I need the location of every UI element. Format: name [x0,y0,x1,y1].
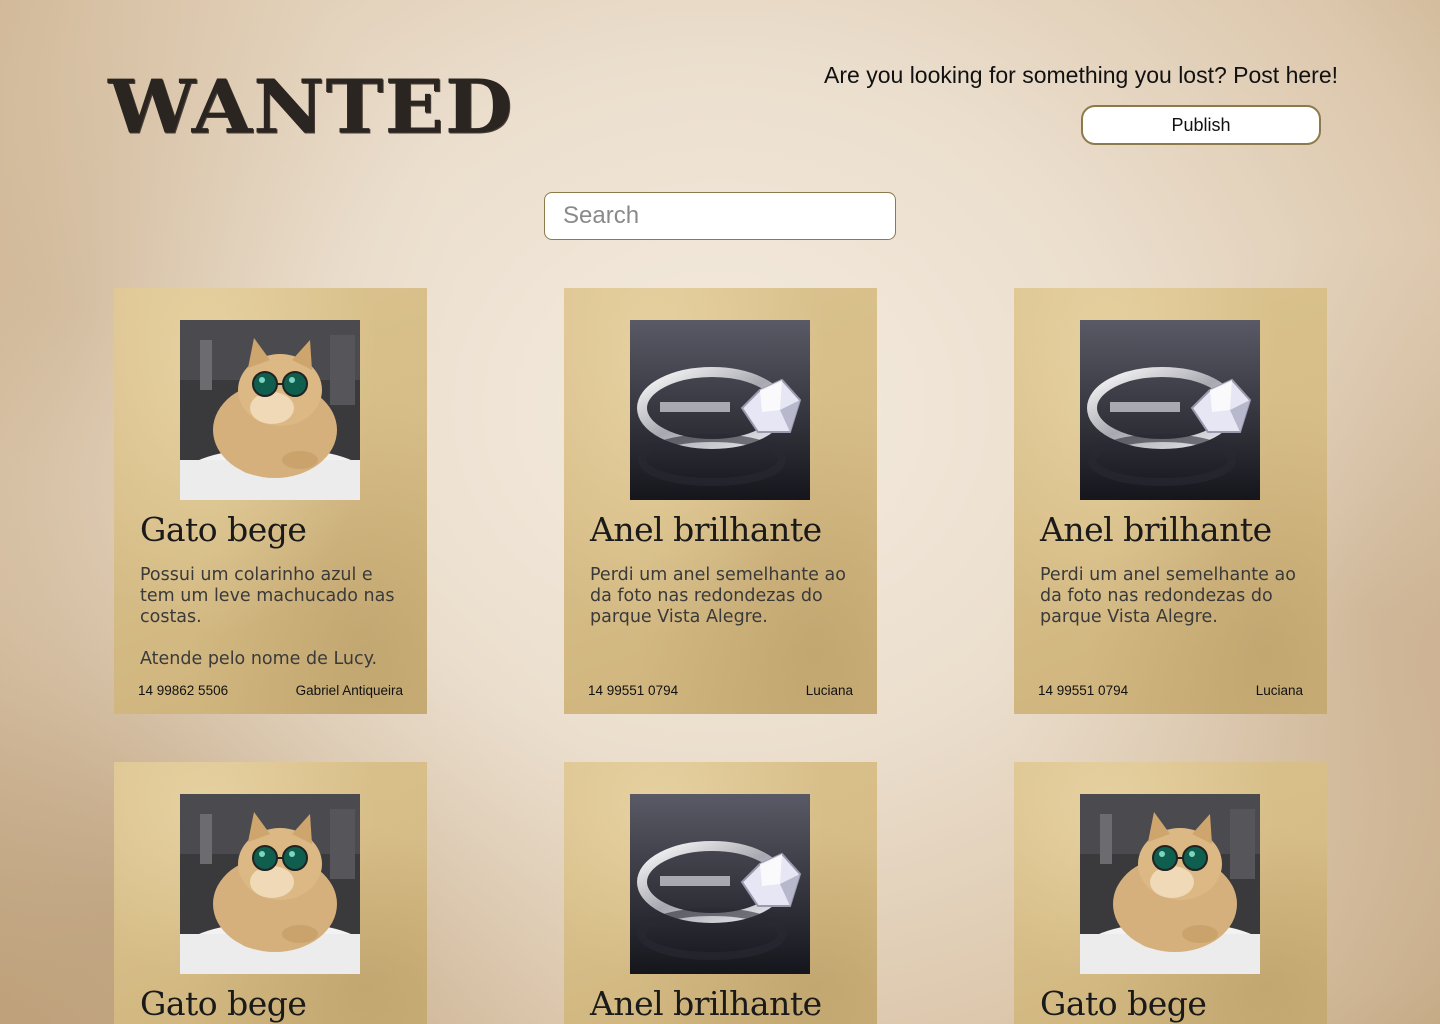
ring-photo [630,794,810,974]
post-description: Perdi um anel semelhante ao da foto nas … [590,565,846,627]
cat-photo [180,794,360,974]
post-phone: 14 99551 0794 [588,683,679,698]
post-card[interactable]: Anel brilhante Perdi um anel semelhante … [564,288,877,714]
search-input[interactable] [544,192,896,240]
tagline: Are you looking for something you lost? … [824,62,1338,88]
publish-button[interactable]: Publish [1081,105,1321,145]
post-author: Luciana [805,683,853,698]
ring-photo [1080,320,1260,500]
post-card[interactable]: Anel brilhante Perdi um anel semelhante … [1014,288,1327,714]
post-description: Possui um colarinho azul e tem um leve m… [140,565,395,669]
cat-photo [180,320,360,500]
post-author: Luciana [1255,683,1303,698]
post-phone: 14 99551 0794 [1038,683,1129,698]
post-title: Anel brilhante [590,984,822,1023]
brand-logo: WANTED [108,64,514,151]
post-card[interactable]: Gato bege [114,762,427,1024]
post-title: Gato bege [1040,984,1207,1023]
post-title: Gato bege [140,984,307,1023]
post-phone: 14 99862 5506 [138,683,229,698]
post-card[interactable]: Anel brilhante [564,762,877,1024]
post-author: Gabriel Antiqueira [295,683,403,698]
cat-photo [1080,794,1260,974]
post-card[interactable]: Gato bege Possui um colarinho azul e tem… [114,288,427,714]
post-title: Gato bege [140,510,307,549]
post-title: Anel brilhante [1040,510,1272,549]
post-description: Perdi um anel semelhante ao da foto nas … [1040,565,1296,627]
post-card[interactable]: Gato bege [1014,762,1327,1024]
ring-photo [630,320,810,500]
post-title: Anel brilhante [590,510,822,549]
